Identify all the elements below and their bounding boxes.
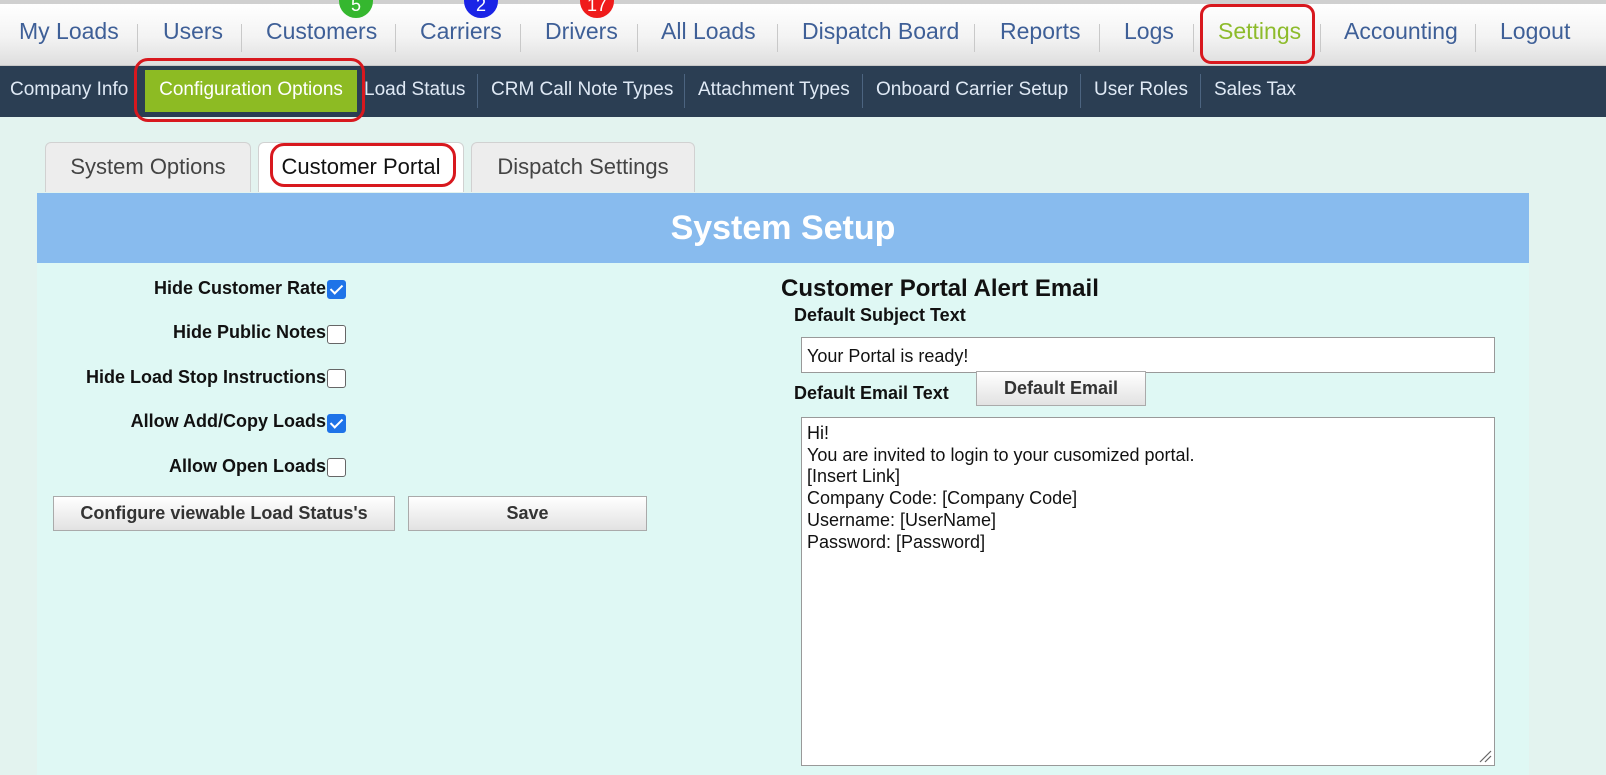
nav-divider <box>520 24 521 52</box>
email-line: You are invited to login to your cusomiz… <box>807 444 1195 465</box>
email-line: Company Code: [Company Code] <box>807 488 1078 509</box>
settings-highlight-ring <box>1200 4 1315 64</box>
nav-divider <box>974 24 975 52</box>
option-label: Hide Public Notes <box>172 322 326 342</box>
hide-customer-rate-checkbox[interactable] <box>327 280 346 299</box>
nav-divider <box>137 24 138 52</box>
main-navigation: My Loads Users Customers Carriers Driver… <box>0 0 1606 66</box>
email-text-area[interactable]: Hi! You are invited to login to your cus… <box>801 417 1495 766</box>
option-label: Allow Add/Copy Loads <box>130 411 326 431</box>
option-label: Allow Open Loads <box>168 456 326 476</box>
customers-count-badge: 5 <box>339 0 373 18</box>
nav-logs[interactable]: Logs <box>1124 18 1174 45</box>
subnav-divider <box>477 74 478 108</box>
subnav-crm-call-note-types[interactable]: CRM Call Note Types <box>491 79 673 101</box>
configure-load-status-button[interactable]: Configure viewable Load Status's <box>53 496 395 531</box>
nav-my-loads[interactable]: My Loads <box>19 18 119 45</box>
nav-divider <box>637 24 638 52</box>
nav-logout[interactable]: Logout <box>1500 18 1570 45</box>
subnav-onboard-carrier-setup[interactable]: Onboard Carrier Setup <box>876 79 1068 101</box>
nav-divider <box>777 24 778 52</box>
email-text-label: Default Email Text <box>794 383 949 403</box>
nav-divider <box>1475 24 1476 52</box>
option-label: Hide Customer Rate <box>153 278 326 298</box>
subnav-divider <box>862 74 863 108</box>
nav-all-loads[interactable]: All Loads <box>661 18 756 45</box>
option-label: Hide Load Stop Instructions <box>85 367 326 387</box>
drivers-count-badge: 17 <box>580 0 614 18</box>
subnav-load-status[interactable]: Load Status <box>364 79 465 101</box>
nav-divider <box>395 24 396 52</box>
subject-input[interactable]: Your Portal is ready! <box>801 337 1495 373</box>
subnav-attachment-types[interactable]: Attachment Types <box>698 79 850 101</box>
default-email-button[interactable]: Default Email <box>976 371 1146 406</box>
system-setup-panel: System Setup Hide Customer Rate Hide Pub… <box>37 193 1529 775</box>
nav-divider <box>241 24 242 52</box>
subnav-user-roles[interactable]: User Roles <box>1094 79 1188 101</box>
subject-label: Default Subject Text <box>794 305 966 325</box>
save-button[interactable]: Save <box>408 496 647 531</box>
allow-open-loads-checkbox[interactable] <box>327 458 346 477</box>
nav-divider <box>1320 24 1321 52</box>
email-line: [Insert Link] <box>807 466 901 487</box>
hide-load-stop-instructions-checkbox[interactable] <box>327 369 346 388</box>
configuration-options-highlight-ring <box>134 58 365 122</box>
email-line: Username: [UserName] <box>807 509 997 530</box>
panel-title: System Setup <box>37 193 1529 263</box>
nav-users[interactable]: Users <box>163 18 223 45</box>
subnav-sales-tax[interactable]: Sales Tax <box>1214 79 1296 101</box>
customer-portal-highlight-ring <box>270 143 456 187</box>
email-line: Hi! <box>807 423 829 443</box>
hide-public-notes-checkbox[interactable] <box>327 325 346 344</box>
alert-email-heading: Customer Portal Alert Email <box>781 275 1099 302</box>
tab-system-options[interactable]: System Options <box>45 142 251 192</box>
nav-dispatch-board[interactable]: Dispatch Board <box>802 18 959 45</box>
nav-divider <box>1099 24 1100 52</box>
nav-divider <box>1193 24 1194 52</box>
tab-dispatch-settings[interactable]: Dispatch Settings <box>471 142 695 192</box>
allow-add-copy-loads-checkbox[interactable] <box>327 414 346 433</box>
subnav-divider <box>1080 74 1081 108</box>
subnav-divider <box>1200 74 1201 108</box>
nav-drivers[interactable]: Drivers <box>545 18 618 45</box>
nav-reports[interactable]: Reports <box>1000 18 1081 45</box>
nav-carriers[interactable]: Carriers <box>420 18 502 45</box>
email-line: Password: [Password] <box>807 531 986 552</box>
resize-grip-icon[interactable] <box>1478 749 1492 763</box>
nav-accounting[interactable]: Accounting <box>1344 18 1458 45</box>
nav-customers[interactable]: Customers <box>266 18 377 45</box>
carriers-count-badge: 2 <box>464 0 498 18</box>
subnav-divider <box>684 74 685 108</box>
subnav-company-info[interactable]: Company Info <box>10 79 128 101</box>
